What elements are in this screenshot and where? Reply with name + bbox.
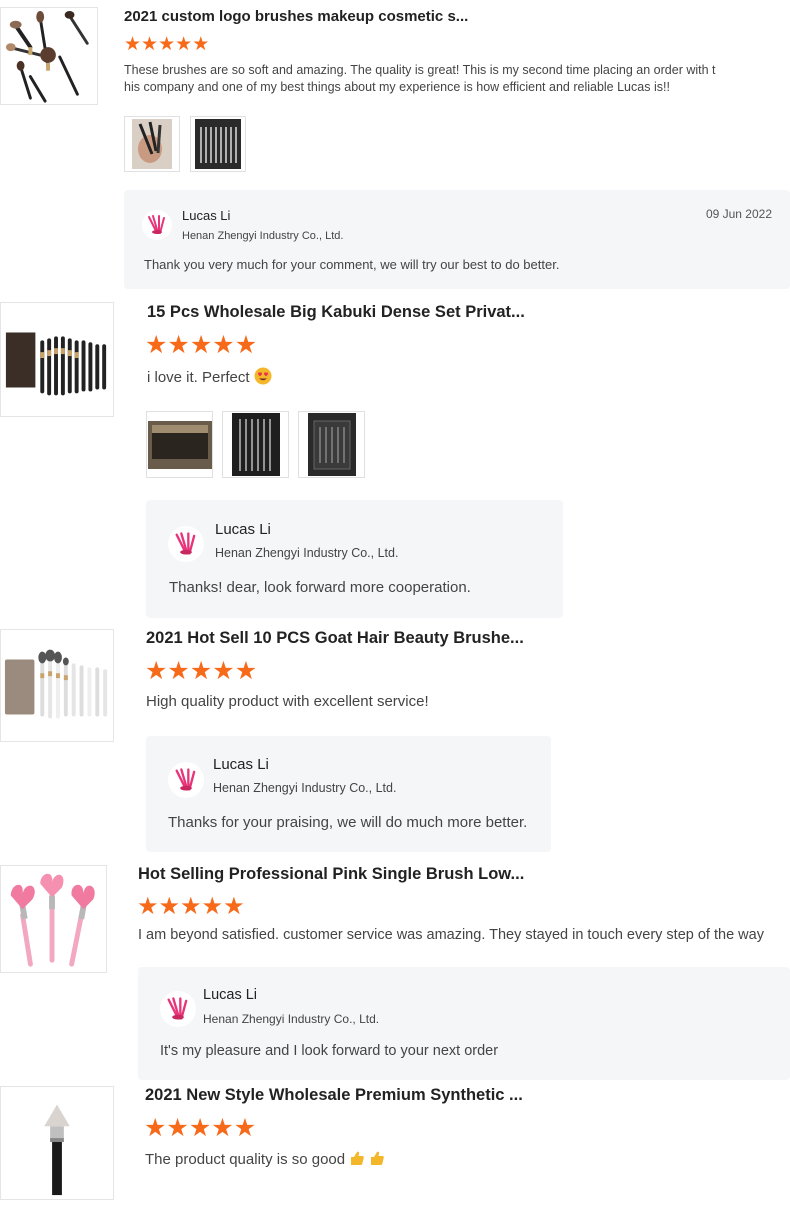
star-icon: ★ (175, 34, 193, 55)
review-photo[interactable] (124, 116, 180, 172)
thumbs-up-emoji-icon (369, 1150, 385, 1170)
review-photo[interactable] (298, 411, 365, 478)
product-title[interactable]: 2021 Hot Sell 10 PCS Goat Hair Beauty Br… (146, 629, 524, 648)
seller-company: Henan Zhengyi Industry Co., Ltd. (203, 1012, 380, 1026)
star-icon: ★ (137, 893, 159, 920)
seller-reply: Lucas Li Henan Zhengyi Industry Co., Ltd… (146, 736, 551, 852)
review-item: 2021 Hot Sell 10 PCS Goat Hair Beauty Br… (0, 620, 790, 855)
review-photos (146, 411, 375, 478)
reply-text: Thank you very much for your comment, we… (144, 257, 560, 272)
seller-avatar (142, 210, 172, 240)
reply-text: Thanks! dear, look forward more cooperat… (169, 579, 471, 596)
review-item: 2021 custom logo brushes makeup cosmetic… (0, 0, 790, 300)
review-text: I am beyond satisfied. customer service … (138, 927, 764, 943)
seller-avatar (160, 991, 196, 1027)
product-title[interactable]: 2021 New Style Wholesale Premium Synthet… (145, 1086, 523, 1105)
review-photo[interactable] (222, 411, 289, 478)
review-item: 15 Pcs Wholesale Big Kabuki Dense Set Pr… (0, 300, 790, 620)
reply-date: 09 Jun 2022 (705, 207, 772, 221)
rating-stars: ★ ★ ★ ★ ★ (145, 333, 257, 358)
star-icon: ★ (201, 893, 224, 920)
star-icon: ★ (212, 331, 235, 359)
review-text: The product quality is so good (145, 1150, 385, 1170)
star-icon: ★ (124, 34, 142, 55)
star-icon: ★ (166, 1114, 189, 1142)
seller-company: Henan Zhengyi Industry Co., Ltd. (215, 546, 399, 560)
star-icon: ★ (211, 1114, 234, 1142)
seller-name: Lucas Li (213, 756, 269, 773)
star-icon: ★ (223, 893, 245, 920)
star-icon: ★ (234, 657, 258, 685)
product-title[interactable]: 2021 custom logo brushes makeup cosmetic… (124, 8, 468, 25)
seller-avatar (168, 762, 204, 798)
rating-stars: ★ ★ ★ ★ ★ (124, 35, 209, 54)
heart-eyes-emoji-icon (254, 367, 272, 389)
product-thumbnail[interactable] (0, 7, 98, 105)
rating-stars: ★ ★ ★ ★ ★ (145, 659, 257, 684)
star-icon: ★ (189, 331, 213, 359)
product-thumbnail[interactable] (0, 865, 107, 973)
star-icon: ★ (158, 893, 181, 920)
seller-company: Henan Zhengyi Industry Co., Ltd. (213, 781, 397, 795)
thumbs-up-emoji-icon (349, 1150, 365, 1170)
star-icon: ★ (167, 331, 190, 359)
seller-name: Lucas Li (215, 521, 271, 538)
star-icon: ★ (233, 1114, 257, 1142)
review-text: These brushes are so soft and amazing. T… (124, 63, 716, 77)
star-icon: ★ (192, 34, 210, 55)
product-thumbnail[interactable] (0, 302, 114, 417)
review-photo[interactable] (146, 411, 213, 478)
star-icon: ★ (158, 34, 176, 55)
seller-avatar (168, 526, 204, 562)
rating-stars: ★ ★ ★ ★ ★ (137, 895, 245, 919)
product-title[interactable]: 15 Pcs Wholesale Big Kabuki Dense Set Pr… (147, 303, 525, 322)
star-icon: ★ (234, 331, 258, 359)
review-text: High quality product with excellent serv… (146, 693, 429, 710)
star-icon: ★ (212, 657, 235, 685)
seller-name: Lucas Li (182, 208, 231, 223)
star-icon: ★ (167, 657, 190, 685)
star-icon: ★ (189, 657, 213, 685)
seller-reply: Lucas Li Henan Zhengyi Industry Co., Ltd… (138, 967, 790, 1080)
review-text-content: i love it. Perfect (147, 368, 250, 386)
review-text-continued: his company and one of my best things ab… (124, 80, 670, 94)
star-icon: ★ (180, 893, 202, 920)
review-text-content: The product quality is so good (145, 1150, 346, 1168)
review-item: 2021 New Style Wholesale Premium Synthet… (0, 1083, 790, 1215)
reply-text: It's my pleasure and I look forward to y… (160, 1043, 499, 1059)
star-icon: ★ (141, 34, 159, 55)
review-photo[interactable] (190, 116, 246, 172)
star-icon: ★ (145, 657, 168, 685)
product-title[interactable]: Hot Selling Professional Pink Single Bru… (138, 865, 524, 884)
review-item: Hot Selling Professional Pink Single Bru… (0, 855, 790, 1083)
star-icon: ★ (188, 1114, 212, 1142)
product-thumbnail[interactable] (0, 1086, 114, 1200)
product-thumbnail[interactable] (0, 629, 114, 742)
star-icon: ★ (145, 331, 168, 359)
reply-text: Thanks for your praising, we will do muc… (168, 814, 528, 831)
review-text: i love it. Perfect (147, 367, 272, 389)
seller-reply: Lucas Li Henan Zhengyi Industry Co., Ltd… (146, 500, 563, 618)
seller-company: Henan Zhengyi Industry Co., Ltd. (182, 230, 344, 242)
seller-reply: Lucas Li Henan Zhengyi Industry Co., Ltd… (124, 190, 790, 289)
seller-name: Lucas Li (203, 987, 258, 1003)
review-photos (124, 116, 256, 172)
rating-stars: ★ ★ ★ ★ ★ (144, 1116, 256, 1141)
star-icon: ★ (144, 1114, 167, 1142)
